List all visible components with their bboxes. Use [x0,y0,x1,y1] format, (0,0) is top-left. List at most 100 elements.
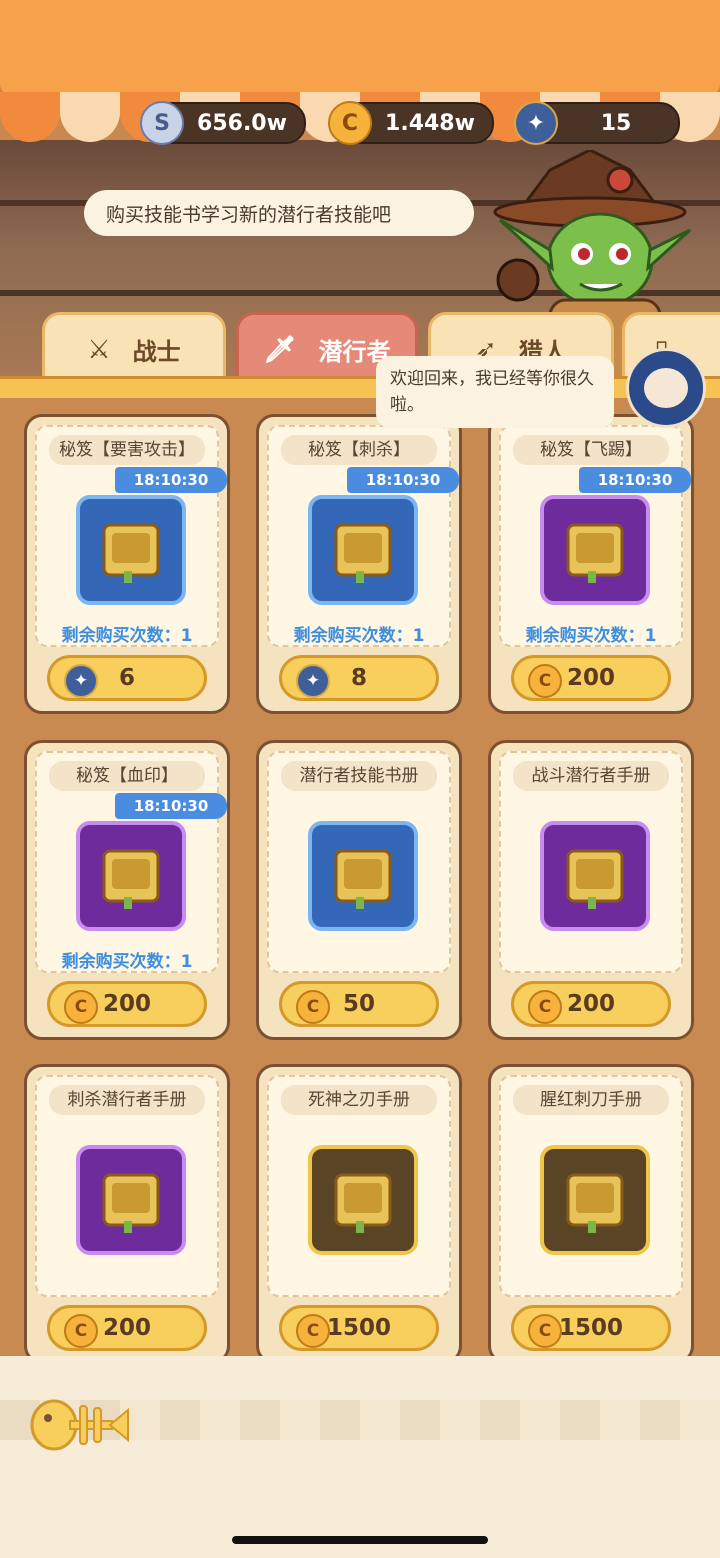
price-button[interactable]: C 1500 [279,1305,439,1351]
skill-book-icon[interactable] [76,495,186,605]
skill-book-icon[interactable] [540,495,650,605]
silver-currency[interactable]: S 656.0w [140,101,306,145]
skill-book-icon[interactable] [540,1145,650,1255]
price-value: 1500 [558,1315,623,1341]
price-value: 50 [342,991,375,1017]
book-icon [334,1173,392,1233]
card-panel: 秘笈【飞踢】 18:10:30 剩余购买次数：1 [499,425,691,647]
item-card[interactable]: 秘笈【飞踢】 18:10:30 剩余购买次数：1 C 200 [488,414,694,714]
item-title: 秘笈【血印】 [49,761,205,791]
skill-book-icon[interactable] [308,821,418,931]
price-value: 200 [102,991,151,1017]
gold-value: 1.448w [385,110,475,136]
gold-coin-icon: C [528,1314,562,1348]
price-button[interactable]: C 200 [47,1305,207,1351]
gold-coin-icon: C [328,101,372,145]
item-card[interactable]: 秘笈【血印】 18:10:30 剩余购买次数：1 C 200 [24,740,230,1040]
price-button[interactable]: C 1500 [511,1305,671,1351]
item-title: 秘笈【飞踢】 [513,435,669,465]
card-panel: 战斗潜行者手册 [499,751,683,973]
card-panel: 腥红刺刀手册 [499,1075,683,1297]
welcome-bubble: 欢迎回来，我已经等你很久啦。 [376,356,614,428]
npc-speech-bubble: 购买技能书学习新的潜行者技能吧 [84,190,474,236]
item-title: 战斗潜行者手册 [513,761,669,791]
card-panel: 死神之刃手册 [267,1075,451,1297]
skill-book-icon[interactable] [76,821,186,931]
item-card[interactable]: 腥红刺刀手册 C 1500 [488,1064,694,1364]
remaining-purchases: 剩余购买次数：1 [293,626,425,646]
remaining-purchases: 剩余购买次数：1 [61,626,193,646]
star-gem-icon: ✦ [514,101,558,145]
timer-ribbon: 18:10:30 [579,467,691,493]
gold-coin-icon: C [528,664,562,698]
remaining-purchases: 剩余购买次数：1 [525,626,657,646]
npc-speech-text: 购买技能书学习新的潜行者技能吧 [106,203,392,226]
skill-book-icon[interactable] [540,821,650,931]
gem-value: 15 [600,110,632,136]
gold-coin-icon: C [296,990,330,1024]
tab-label: 战士 [132,338,181,366]
item-title: 秘笈【要害攻击】 [49,435,205,465]
dagger-icon: 🗡 [263,334,297,365]
card-panel: 刺杀潜行者手册 [35,1075,219,1297]
remaining-purchases: 剩余购买次数：1 [61,952,193,972]
price-button[interactable]: C 200 [47,981,207,1027]
timer-ribbon: 18:10:30 [115,793,227,819]
timer-ribbon: 18:10:30 [115,467,227,493]
item-title: 刺杀潜行者手册 [49,1085,205,1115]
book-icon [102,1173,160,1233]
sword-icon: ⚔ [87,334,111,365]
card-panel: 秘笈【要害攻击】 18:10:30 剩余购买次数：1 [35,425,227,647]
gem-currency[interactable]: ✦ 15 [514,101,680,145]
price-button[interactable]: C 200 [511,655,671,701]
price-value: 8 [350,665,367,691]
item-card[interactable]: 死神之刃手册 C 1500 [256,1064,462,1364]
book-icon [334,523,392,583]
price-value: 6 [118,665,135,691]
tab-warrior[interactable]: ⚔ 战士 [42,312,226,384]
item-card[interactable]: 刺杀潜行者手册 C 200 [24,1064,230,1364]
top-awning [0,0,720,106]
card-panel: 潜行者技能书册 [267,751,451,973]
star-gem-icon: ✦ [296,664,330,698]
book-icon [566,1173,624,1233]
book-icon [566,523,624,583]
item-card[interactable]: 战斗潜行者手册 C 200 [488,740,694,1040]
price-button[interactable]: ✦ 6 [47,655,207,701]
item-title: 潜行者技能书册 [281,761,437,791]
item-card[interactable]: 潜行者技能书册 C 50 [256,740,462,1040]
skill-book-icon[interactable] [308,495,418,605]
welcome-text: 欢迎回来，我已经等你很久啦。 [390,369,594,415]
skill-book-icon[interactable] [76,1145,186,1255]
star-gem-icon: ✦ [64,664,98,698]
timer-ribbon: 18:10:30 [347,467,459,493]
book-icon [566,849,624,909]
price-button[interactable]: ✦ 8 [279,655,439,701]
item-card[interactable]: 秘笈【要害攻击】 18:10:30 剩余购买次数：1 ✦ 6 [24,414,230,714]
price-button[interactable]: C 50 [279,981,439,1027]
price-value: 200 [566,665,615,691]
item-card[interactable]: 秘笈【刺杀】 18:10:30 剩余购买次数：1 ✦ 8 [256,414,462,714]
card-panel: 秘笈【刺杀】 18:10:30 剩余购买次数：1 [267,425,459,647]
gold-coin-icon: C [64,990,98,1024]
fish-bone-icon[interactable] [30,1392,130,1458]
price-button[interactable]: C 200 [511,981,671,1027]
price-value: 1500 [326,1315,391,1341]
price-value: 200 [102,1315,151,1341]
skill-book-icon[interactable] [308,1145,418,1255]
gold-coin-icon: C [296,1314,330,1348]
home-indicator[interactable] [232,1536,488,1544]
item-title: 腥红刺刀手册 [513,1085,669,1115]
silver-value: 656.0w [197,110,287,136]
book-icon [334,849,392,909]
item-title: 秘笈【刺杀】 [281,435,437,465]
gold-coin-icon: C [64,1314,98,1348]
item-title: 死神之刃手册 [281,1085,437,1115]
card-panel: 秘笈【血印】 18:10:30 剩余购买次数：1 [35,751,227,973]
book-icon [102,849,160,909]
book-icon [102,523,160,583]
gold-coin-icon: C [528,990,562,1024]
price-value: 200 [566,991,615,1017]
avatar[interactable] [626,348,706,428]
gold-currency[interactable]: C 1.448w [328,101,494,145]
